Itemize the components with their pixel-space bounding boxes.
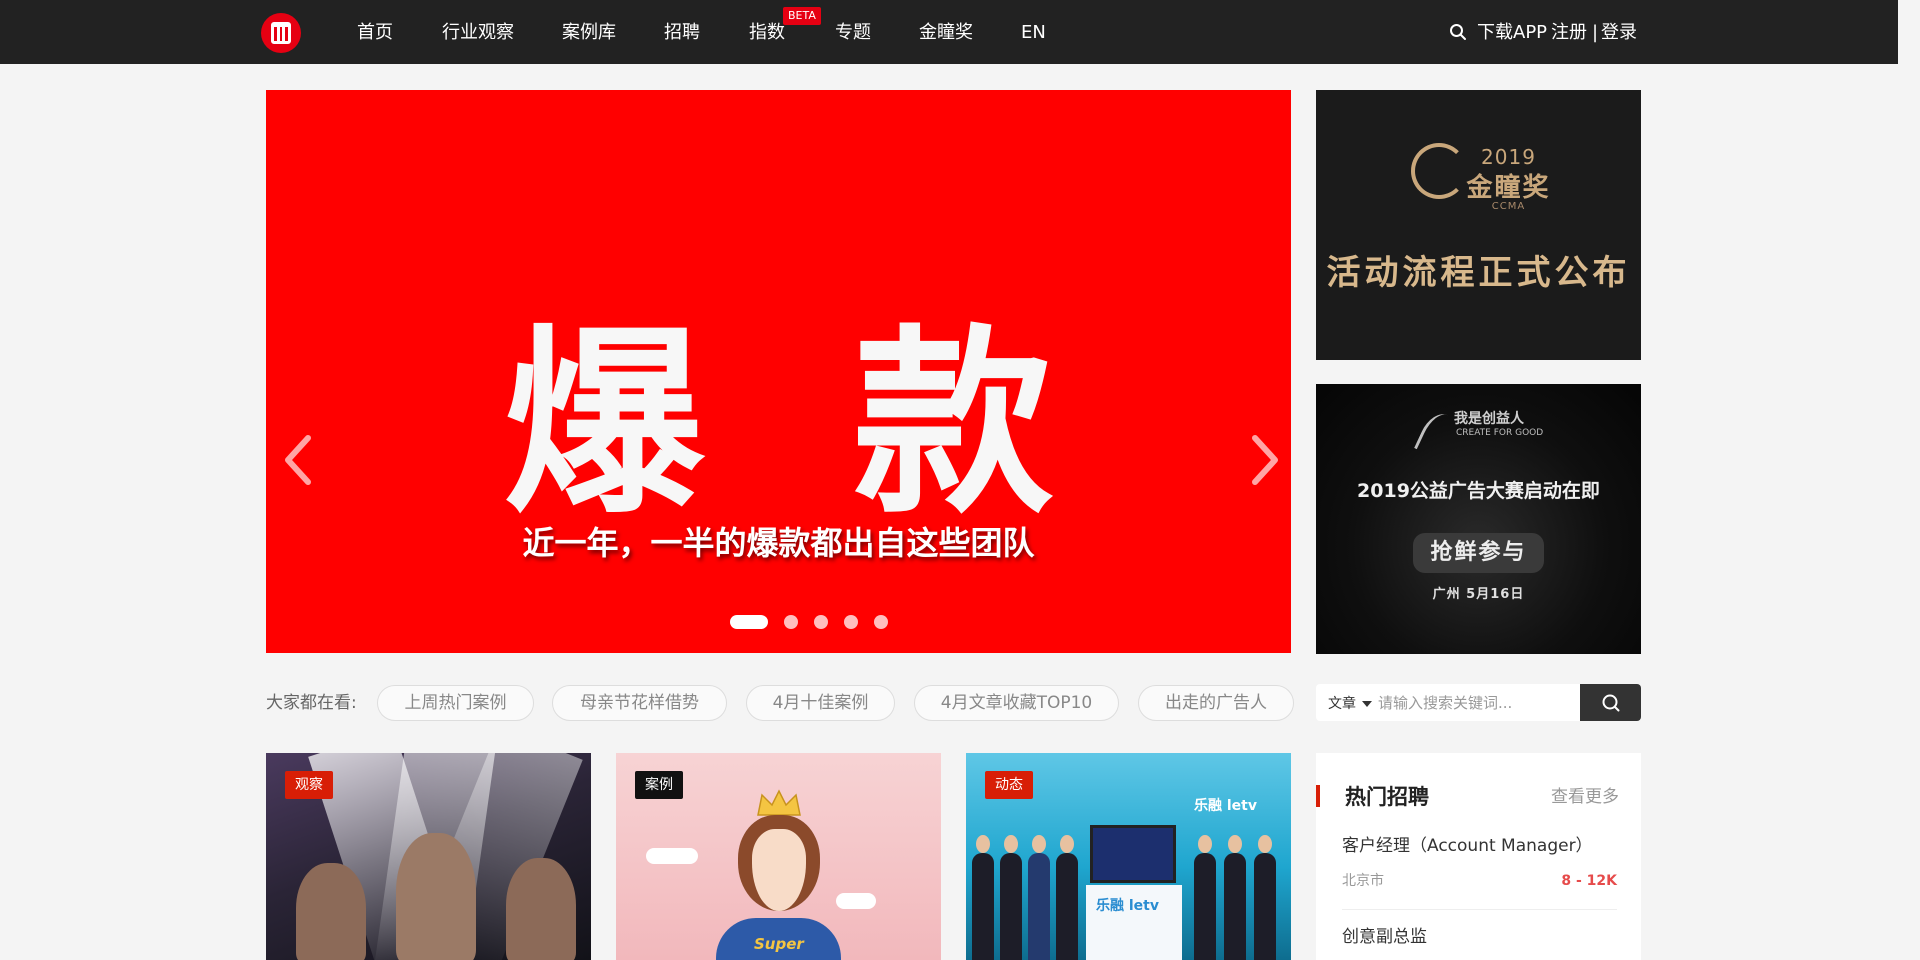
ad1-award-sub: CCMA bbox=[1491, 201, 1526, 212]
crown-icon bbox=[757, 789, 801, 816]
leaf-icon bbox=[1414, 408, 1458, 460]
trending-tag[interactable]: 4月十佳案例 bbox=[746, 685, 895, 721]
ad-public-welfare-contest[interactable]: 我是创益人 CREATE FOR GOOD 2019公益广告大赛启动在即 抢鲜参… bbox=[1316, 384, 1641, 654]
register-link[interactable]: 注册 bbox=[1551, 21, 1587, 45]
hero-subtitle: 近一年，一半的爆款都出自这些团队 bbox=[522, 524, 1035, 562]
article-card[interactable]: 观察 bbox=[266, 753, 591, 960]
login-link[interactable]: 登录 bbox=[1601, 21, 1637, 45]
jobs-title: 热门招聘 bbox=[1345, 785, 1429, 809]
card-category-tag: 观察 bbox=[285, 771, 333, 799]
ad2-place-date: 广州 5月16日 bbox=[1432, 587, 1525, 602]
page-gutter bbox=[1898, 0, 1920, 960]
ad1-award-name: 金瞳奖 bbox=[1466, 173, 1551, 203]
job-title[interactable]: 客户经理（Account Manager） bbox=[1342, 834, 1593, 858]
ad1-year: 2019 bbox=[1481, 145, 1536, 169]
ad-golden-pupil-award[interactable]: 2019 金瞳奖 CCMA 活动流程正式公布 bbox=[1316, 90, 1641, 360]
podium-text: 乐融 letv bbox=[1096, 898, 1159, 914]
jobs-more-link[interactable]: 查看更多 bbox=[1551, 785, 1619, 809]
carousel-dot[interactable] bbox=[843, 615, 858, 629]
ad2-headline: 2019公益广告大赛启动在即 bbox=[1357, 480, 1600, 502]
nav-item-industry-observation[interactable]: 行业观察 bbox=[442, 21, 514, 45]
hot-jobs-panel: 热门招聘 查看更多 客户经理（Account Manager） 北京市 8 - … bbox=[1316, 753, 1641, 960]
search-type-select[interactable]: 文章 bbox=[1328, 693, 1373, 713]
card-category-tag: 案例 bbox=[635, 771, 683, 799]
trending-label: 大家都在看: bbox=[266, 693, 357, 713]
nav-item-topics[interactable]: 专题 bbox=[835, 21, 871, 45]
ad2-brand-en: CREATE FOR GOOD bbox=[1456, 428, 1544, 438]
carousel-pagination bbox=[266, 615, 1291, 629]
nav-item-home[interactable]: 首页 bbox=[357, 21, 393, 45]
site-search: 文章 bbox=[1316, 684, 1641, 721]
search-icon[interactable] bbox=[1449, 23, 1467, 41]
hero-title: 爆 款 bbox=[503, 308, 1094, 541]
nav-item-golden-pupil-award[interactable]: 金瞳奖 bbox=[919, 21, 973, 45]
chevron-right-icon[interactable] bbox=[1245, 430, 1285, 490]
chevron-left-icon[interactable] bbox=[278, 430, 318, 490]
nav-separator: | bbox=[1592, 22, 1599, 43]
job-salary: 8 - 12K bbox=[1561, 873, 1617, 889]
top-navigation-bar: 首页 行业观察 案例库 招聘 指数 BETA 专题 金瞳奖 EN 下载APP 注… bbox=[0, 0, 1898, 64]
trending-tag[interactable]: 母亲节花样借势 bbox=[552, 685, 727, 721]
section-accent-bar bbox=[1316, 785, 1320, 807]
card-category-tag: 动态 bbox=[985, 771, 1033, 799]
nav-item-recruitment[interactable]: 招聘 bbox=[664, 21, 700, 45]
article-card[interactable]: Super 案例 bbox=[616, 753, 941, 960]
job-title[interactable]: 创意副总监 bbox=[1342, 925, 1427, 949]
article-card[interactable]: 乐融 letv 乐融 letv 动态 bbox=[966, 753, 1291, 960]
ad2-join-button[interactable]: 抢鲜参与 bbox=[1413, 533, 1544, 573]
hero-carousel[interactable]: 爆 款 近一年，一半的爆款都出自这些团队 bbox=[266, 90, 1291, 653]
logo-icon[interactable] bbox=[261, 13, 301, 53]
nav-item-case-library[interactable]: 案例库 bbox=[562, 21, 616, 45]
search-button[interactable] bbox=[1580, 684, 1641, 721]
job-city: 北京市 bbox=[1342, 873, 1384, 889]
carousel-dot[interactable] bbox=[729, 615, 768, 629]
job-divider bbox=[1342, 909, 1617, 910]
trending-tag[interactable]: 出走的广告人 bbox=[1138, 685, 1294, 721]
trending-tag[interactable]: 上周热门案例 bbox=[377, 685, 534, 721]
nav-item-english[interactable]: EN bbox=[1021, 21, 1046, 45]
carousel-dot[interactable] bbox=[813, 615, 828, 629]
ad2-brand: 我是创益人 bbox=[1454, 411, 1524, 427]
search-button-icon bbox=[1602, 694, 1619, 711]
card-image-text: Super bbox=[754, 935, 804, 953]
search-type-label: 文章 bbox=[1328, 696, 1356, 712]
carousel-dot[interactable] bbox=[873, 615, 888, 629]
nav-item-index[interactable]: 指数 bbox=[749, 21, 785, 45]
card-banner-text: 乐融 letv bbox=[1194, 798, 1257, 814]
ad1-headline: 活动流程正式公布 bbox=[1326, 253, 1631, 293]
download-app-link[interactable]: 下载APP bbox=[1477, 21, 1547, 45]
beta-badge: BETA bbox=[783, 7, 821, 25]
carousel-dot[interactable] bbox=[783, 615, 798, 629]
trending-tag[interactable]: 4月文章收藏TOP10 bbox=[914, 685, 1119, 721]
search-input[interactable] bbox=[1378, 686, 1578, 719]
caret-down-icon bbox=[1362, 701, 1373, 707]
